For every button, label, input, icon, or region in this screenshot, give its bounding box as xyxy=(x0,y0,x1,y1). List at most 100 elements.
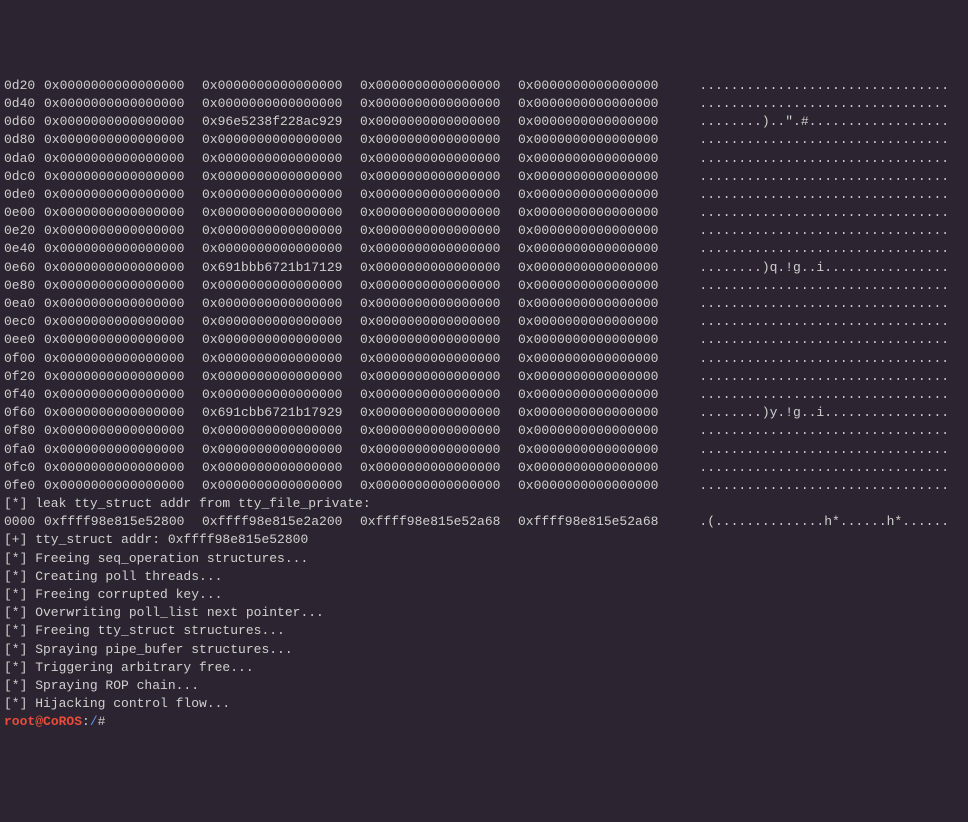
hex-col-1: 0x0000000000000000 xyxy=(202,131,360,149)
hex-col-3: 0x0000000000000000 xyxy=(518,277,676,295)
hex-row: 0d200x00000000000000000x0000000000000000… xyxy=(4,77,964,95)
hex-row: 0e800x00000000000000000x0000000000000000… xyxy=(4,277,964,295)
hex-col-0: 0x0000000000000000 xyxy=(44,350,202,368)
prompt-user: root xyxy=(4,714,35,729)
hex-col-1: 0x691cbb6721b17929 xyxy=(202,404,360,422)
hex-row: 0d400x00000000000000000x0000000000000000… xyxy=(4,95,964,113)
hex-ascii: ........)..".#.................. xyxy=(676,113,949,131)
hex-col-0: 0x0000000000000000 xyxy=(44,331,202,349)
hex-row: 0e400x00000000000000000x0000000000000000… xyxy=(4,240,964,258)
hex-col-1: 0x0000000000000000 xyxy=(202,95,360,113)
hex-col-1: 0x0000000000000000 xyxy=(202,295,360,313)
hex-col-1: 0x0000000000000000 xyxy=(202,313,360,331)
hex-col-0: 0x0000000000000000 xyxy=(44,204,202,222)
hex-col-2: 0x0000000000000000 xyxy=(360,113,518,131)
hex-ascii: ................................ xyxy=(676,277,949,295)
hex-offset: 0ec0 xyxy=(4,313,44,331)
hex-col-1: 0x0000000000000000 xyxy=(202,204,360,222)
hex-offset: 0fe0 xyxy=(4,477,44,495)
hex-col-0: 0x0000000000000000 xyxy=(44,313,202,331)
hex-offset: 0000 xyxy=(4,513,44,531)
hex-ascii: ................................ xyxy=(676,150,949,168)
log-line: [*] Freeing corrupted key... xyxy=(4,586,964,604)
hex-col-2: 0x0000000000000000 xyxy=(360,404,518,422)
log-line: [*] Freeing tty_struct structures... xyxy=(4,622,964,640)
hex-offset: 0e00 xyxy=(4,204,44,222)
shell-prompt[interactable]: root@CoROS:/# xyxy=(4,713,964,731)
hex-row: 0ee00x00000000000000000x0000000000000000… xyxy=(4,331,964,349)
prompt-colon: : xyxy=(82,714,90,729)
hex-offset: 0d40 xyxy=(4,95,44,113)
hex-col-0: 0x0000000000000000 xyxy=(44,277,202,295)
log-line: [*] Spraying pipe_bufer structures... xyxy=(4,641,964,659)
hex-row: 0ec00x00000000000000000x0000000000000000… xyxy=(4,313,964,331)
hex-ascii: .(..............h*......h*...... xyxy=(676,513,949,531)
hex-col-3: 0x0000000000000000 xyxy=(518,295,676,313)
hex-offset: 0de0 xyxy=(4,186,44,204)
hex-ascii: ................................ xyxy=(676,222,949,240)
hex-col-1: 0x96e5238f228ac929 xyxy=(202,113,360,131)
hex-offset: 0ea0 xyxy=(4,295,44,313)
tty-addr-line: [+] tty_struct addr: 0xffff98e815e52800 xyxy=(4,531,964,549)
hex-col-1: 0x0000000000000000 xyxy=(202,222,360,240)
hex-row: 0da00x00000000000000000x0000000000000000… xyxy=(4,150,964,168)
hex-col-2: 0x0000000000000000 xyxy=(360,386,518,404)
hex-offset: 0d60 xyxy=(4,113,44,131)
hex-row: 0f000x00000000000000000x0000000000000000… xyxy=(4,350,964,368)
hex-ascii: ................................ xyxy=(676,477,949,495)
hex-col-3: 0x0000000000000000 xyxy=(518,77,676,95)
hex-col-0: 0x0000000000000000 xyxy=(44,240,202,258)
hex-col-2: 0x0000000000000000 xyxy=(360,277,518,295)
hex-row: 0fc00x00000000000000000x0000000000000000… xyxy=(4,459,964,477)
hex-ascii: ................................ xyxy=(676,95,949,113)
hex-col-3: 0x0000000000000000 xyxy=(518,186,676,204)
hex-col-3: 0x0000000000000000 xyxy=(518,386,676,404)
hex-row: 0e600x00000000000000000x691bbb6721b17129… xyxy=(4,259,964,277)
hex-col-2: 0x0000000000000000 xyxy=(360,259,518,277)
hex-col-0: 0x0000000000000000 xyxy=(44,459,202,477)
hex-col-0: 0x0000000000000000 xyxy=(44,222,202,240)
hex-col-2: 0x0000000000000000 xyxy=(360,77,518,95)
hex-row: 00000xffff98e815e528000xffff98e815e2a200… xyxy=(4,513,964,531)
hex-col-3: 0x0000000000000000 xyxy=(518,459,676,477)
hex-offset: 0e60 xyxy=(4,259,44,277)
hex-row: 0e200x00000000000000000x0000000000000000… xyxy=(4,222,964,240)
hex-col-1: 0x0000000000000000 xyxy=(202,368,360,386)
hex-offset: 0e20 xyxy=(4,222,44,240)
hex-col-1: 0x0000000000000000 xyxy=(202,150,360,168)
hex-ascii: ................................ xyxy=(676,131,949,149)
hex-offset: 0d80 xyxy=(4,131,44,149)
hex-ascii: ................................ xyxy=(676,459,949,477)
hex-col-1: 0x0000000000000000 xyxy=(202,277,360,295)
hex-col-2: 0x0000000000000000 xyxy=(360,477,518,495)
hex-ascii: ........)q.!g..i................ xyxy=(676,259,949,277)
hex-offset: 0dc0 xyxy=(4,168,44,186)
hex-col-2: 0x0000000000000000 xyxy=(360,222,518,240)
hex-col-3: 0x0000000000000000 xyxy=(518,150,676,168)
hex-col-0: 0x0000000000000000 xyxy=(44,386,202,404)
hex-col-3: 0x0000000000000000 xyxy=(518,259,676,277)
hex-col-3: 0x0000000000000000 xyxy=(518,477,676,495)
hex-col-1: 0x0000000000000000 xyxy=(202,331,360,349)
hex-col-0: 0x0000000000000000 xyxy=(44,77,202,95)
log-line: [*] Hijacking control flow... xyxy=(4,695,964,713)
prompt-at: @ xyxy=(35,714,43,729)
hex-col-2: 0x0000000000000000 xyxy=(360,186,518,204)
hex-col-3: 0x0000000000000000 xyxy=(518,131,676,149)
hex-col-0: 0x0000000000000000 xyxy=(44,404,202,422)
hex-col-3: 0xffff98e815e52a68 xyxy=(518,513,676,531)
log-line: [*] Overwriting poll_list next pointer..… xyxy=(4,604,964,622)
hex-ascii: ................................ xyxy=(676,204,949,222)
hex-col-1: 0x0000000000000000 xyxy=(202,77,360,95)
prompt-host: CoROS xyxy=(43,714,82,729)
hex-col-2: 0x0000000000000000 xyxy=(360,331,518,349)
hex-col-0: 0x0000000000000000 xyxy=(44,95,202,113)
hex-col-0: 0x0000000000000000 xyxy=(44,168,202,186)
hex-col-3: 0x0000000000000000 xyxy=(518,404,676,422)
terminal-output[interactable]: 0d200x00000000000000000x0000000000000000… xyxy=(4,77,964,732)
hex-row: 0f600x00000000000000000x691cbb6721b17929… xyxy=(4,404,964,422)
hex-col-2: 0x0000000000000000 xyxy=(360,368,518,386)
hex-col-3: 0x0000000000000000 xyxy=(518,240,676,258)
hex-col-2: 0x0000000000000000 xyxy=(360,459,518,477)
hex-offset: 0f80 xyxy=(4,422,44,440)
